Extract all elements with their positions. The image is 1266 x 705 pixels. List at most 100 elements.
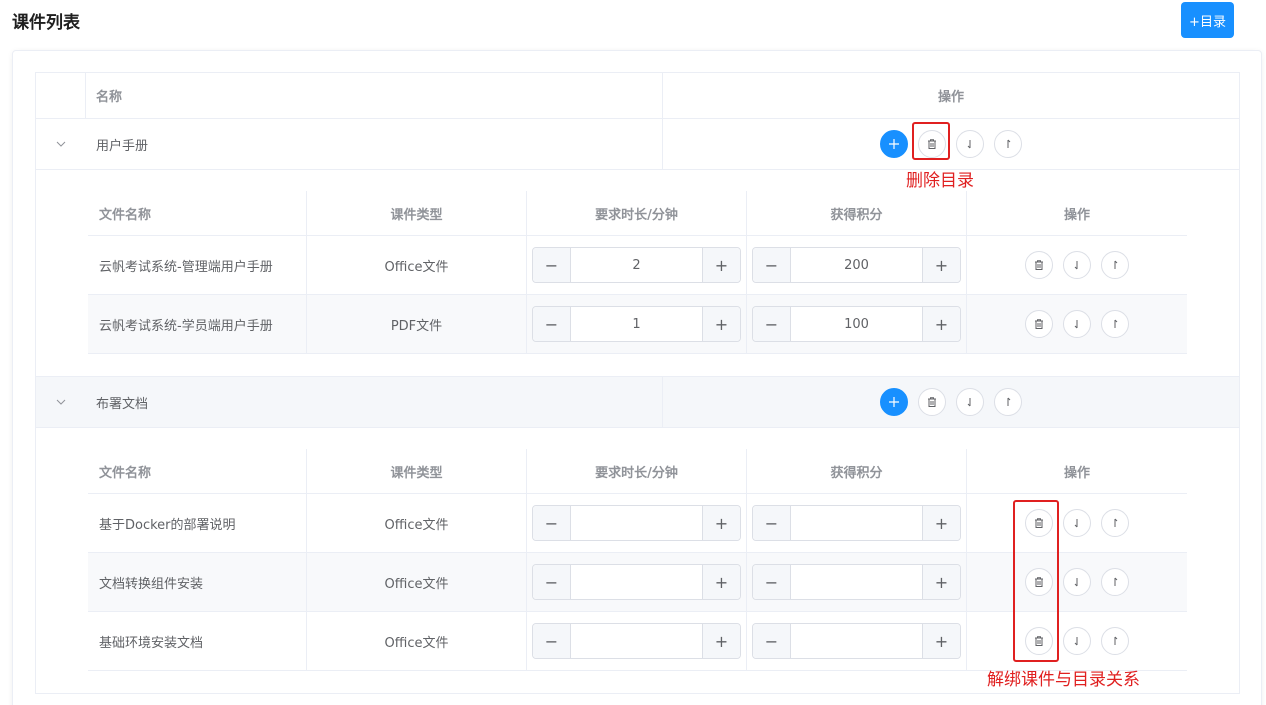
- points-cell: − +: [747, 553, 967, 611]
- delete-directory-button[interactable]: [918, 388, 946, 416]
- increase-button[interactable]: +: [922, 506, 960, 540]
- arrow-up-icon: [1114, 518, 1118, 527]
- arrow-down-icon: [1074, 637, 1078, 646]
- points-header: 获得积分: [747, 191, 967, 235]
- points-value[interactable]: 200: [791, 248, 922, 282]
- increase-button[interactable]: +: [702, 506, 740, 540]
- arrow-down-icon: [1074, 519, 1078, 528]
- file-type: PDF文件: [307, 295, 527, 353]
- points-value[interactable]: [791, 624, 922, 658]
- operations-header: 操作: [1063, 465, 1090, 481]
- directory-operations: [663, 119, 1239, 169]
- decrease-button[interactable]: −: [753, 506, 791, 540]
- duration-value[interactable]: [571, 506, 702, 540]
- duration-cell: − +: [527, 612, 747, 670]
- decrease-button[interactable]: −: [533, 248, 571, 282]
- duration-stepper: − +: [532, 505, 741, 541]
- add-course-button[interactable]: [880, 130, 908, 158]
- file-operations: [967, 612, 1187, 670]
- move-down-button[interactable]: [1063, 627, 1091, 655]
- move-up-button[interactable]: [994, 130, 1022, 158]
- file-name: 基础环境安装文档: [88, 612, 307, 670]
- duration-cell: − 2 +: [527, 236, 747, 294]
- decrease-button[interactable]: −: [753, 565, 791, 599]
- move-up-button[interactable]: [1101, 568, 1129, 596]
- files-table-header: 文件名称 课件类型 要求时长/分钟 获得积分 操作: [88, 449, 1187, 494]
- decrease-button[interactable]: −: [533, 565, 571, 599]
- unbind-course-button[interactable]: [1025, 310, 1053, 338]
- decrease-button[interactable]: −: [753, 307, 791, 341]
- files-table-header: 文件名称 课件类型 要求时长/分钟 获得积分 操作: [88, 191, 1187, 236]
- file-type: Office文件: [307, 553, 527, 611]
- expand-toggle[interactable]: [36, 119, 86, 169]
- move-up-button[interactable]: [994, 388, 1022, 416]
- points-header: 获得积分: [747, 449, 967, 493]
- chevron-down-icon[interactable]: [56, 397, 66, 407]
- move-down-button[interactable]: [1063, 568, 1091, 596]
- duration-value[interactable]: 1: [571, 307, 702, 341]
- move-down-button[interactable]: [956, 130, 984, 158]
- increase-button[interactable]: +: [922, 624, 960, 658]
- increase-button[interactable]: +: [702, 307, 740, 341]
- files-table: 文件名称 课件类型 要求时长/分钟 获得积分 操作 云帆考试系统-管理端用户手册…: [88, 191, 1187, 354]
- increase-button[interactable]: +: [922, 248, 960, 282]
- move-down-button[interactable]: [1063, 509, 1091, 537]
- add-directory-button[interactable]: +目录: [1181, 2, 1234, 38]
- arrow-down-icon: [967, 398, 971, 407]
- decrease-button[interactable]: −: [533, 506, 571, 540]
- directory-table: 名称 操作 用户手册 文件名称 课件类型 要求时长/分钟 获得积分 操作 云帆考…: [35, 72, 1240, 694]
- directory-row: 布署文档: [36, 377, 1239, 428]
- increase-button[interactable]: +: [922, 565, 960, 599]
- points-cell: − 100 +: [747, 295, 967, 353]
- type-header: 课件类型: [307, 449, 527, 493]
- arrow-up-icon: [1114, 636, 1118, 645]
- decrease-button[interactable]: −: [533, 624, 571, 658]
- duration-cell: − 1 +: [527, 295, 747, 353]
- move-down-button[interactable]: [956, 388, 984, 416]
- arrow-down-icon: [967, 140, 971, 149]
- duration-value[interactable]: [571, 624, 702, 658]
- operations-column-header: 操作: [937, 90, 964, 105]
- points-value[interactable]: [791, 506, 922, 540]
- increase-button[interactable]: +: [922, 307, 960, 341]
- move-down-button[interactable]: [1063, 251, 1091, 279]
- directory-name: 布署文档: [86, 377, 663, 427]
- arrow-up-icon: [1007, 397, 1011, 406]
- directory-row: 用户手册: [36, 119, 1239, 170]
- plus-icon: [889, 139, 899, 149]
- add-course-button[interactable]: [880, 388, 908, 416]
- decrease-button[interactable]: −: [753, 624, 791, 658]
- duration-cell: − +: [527, 494, 747, 552]
- arrow-up-icon: [1007, 139, 1011, 148]
- decrease-button[interactable]: −: [753, 248, 791, 282]
- arrow-down-icon: [1074, 320, 1078, 329]
- move-up-button[interactable]: [1101, 310, 1129, 338]
- file-name: 云帆考试系统-学员端用户手册: [88, 295, 307, 353]
- decrease-button[interactable]: −: [533, 307, 571, 341]
- points-cell: − 200 +: [747, 236, 967, 294]
- move-up-button[interactable]: [1101, 627, 1129, 655]
- points-value[interactable]: [791, 565, 922, 599]
- arrow-down-icon: [1074, 578, 1078, 587]
- file-name: 文档转换组件安装: [88, 553, 307, 611]
- page-title: 课件列表: [12, 13, 80, 33]
- file-operations: [967, 295, 1187, 353]
- arrow-up-icon: [1114, 319, 1118, 328]
- chevron-down-icon[interactable]: [56, 139, 66, 149]
- points-value[interactable]: 100: [791, 307, 922, 341]
- points-cell: − +: [747, 494, 967, 552]
- move-up-button[interactable]: [1101, 251, 1129, 279]
- unbind-course-highlight: [1013, 500, 1059, 662]
- move-down-button[interactable]: [1063, 310, 1091, 338]
- unbind-course-button[interactable]: [1025, 251, 1053, 279]
- expand-column-header: [36, 73, 86, 118]
- increase-button[interactable]: +: [702, 248, 740, 282]
- duration-value[interactable]: 2: [571, 248, 702, 282]
- move-up-button[interactable]: [1101, 509, 1129, 537]
- arrow-up-icon: [1114, 260, 1118, 269]
- expand-toggle[interactable]: [36, 377, 86, 427]
- points-stepper: − +: [752, 623, 961, 659]
- increase-button[interactable]: +: [702, 565, 740, 599]
- duration-value[interactable]: [571, 565, 702, 599]
- increase-button[interactable]: +: [702, 624, 740, 658]
